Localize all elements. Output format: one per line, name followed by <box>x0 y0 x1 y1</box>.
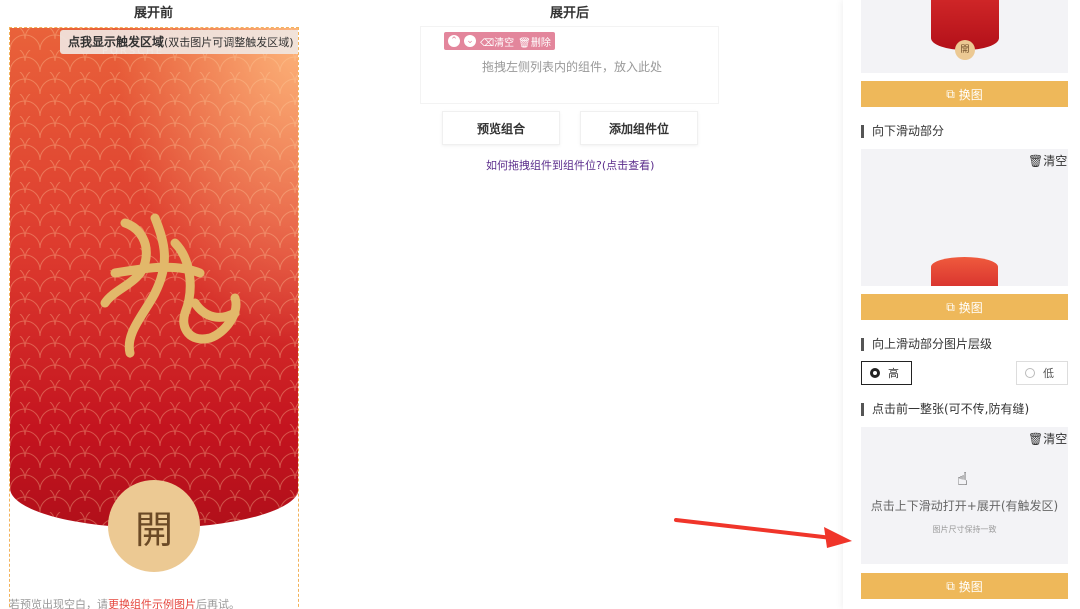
preview-before-canvas[interactable]: PORSCHE 開 点我显示触发区域(双击图片可调整触发区域) <box>9 27 299 609</box>
full-image-upload[interactable]: ☝ 点击上下滑动打开+展开(有触发区) 图片尺寸保持一致 <box>861 427 1068 564</box>
slide-up-layer-title: 向上滑动部分图片层级 <box>861 338 992 351</box>
drop-placeholder: 拖拽左侧列表内的组件，放入此处 <box>482 60 663 74</box>
hand-pointer-icon: ☝ <box>957 469 968 490</box>
delete-label: 删除 <box>530 37 551 49</box>
layer-high-radio[interactable]: 高 <box>861 361 912 385</box>
delete-button[interactable]: 🗑删除 <box>518 34 551 49</box>
trash-icon: 🗑 <box>1028 432 1044 446</box>
trigger-tip-note: (双击图片可调整触发区域) <box>164 36 294 49</box>
swap-label: 换图 <box>958 579 983 594</box>
layer-low-radio[interactable]: 低 <box>1016 361 1068 385</box>
trash-icon: 🗑 <box>1028 154 1044 168</box>
editor-page: 展开前 展开后 PORSCHE 開 点我显示触发区域(双击图片可调整触发区域) <box>0 0 1080 609</box>
clear-label: 清空 <box>1043 154 1068 168</box>
add-slot-button[interactable]: 添加组件位 <box>580 111 698 145</box>
swap-icon: ⧉ <box>946 299 955 314</box>
red-arrow-annotation <box>674 518 852 548</box>
swap-image-button-3[interactable]: ⧉ 换图 <box>861 573 1068 599</box>
show-trigger-area-tip[interactable]: 点我显示触发区域(双击图片可调整触发区域) <box>60 30 298 54</box>
radio-unselected-icon <box>1025 368 1035 378</box>
replace-image-link[interactable]: 更换组件示例图片 <box>108 598 196 609</box>
top-image-preview[interactable]: 開 <box>861 0 1068 73</box>
after-column-title: 展开后 <box>550 6 590 21</box>
full-image-clear-button[interactable]: 🗑清空 <box>1028 430 1067 447</box>
clear-button[interactable]: ⌫清空 <box>480 34 514 49</box>
swap-image-button-2[interactable]: ⧉ 换图 <box>861 294 1068 320</box>
hint-suffix: 后再试。 <box>196 598 240 609</box>
trigger-tip-bold: 点我显示触发区域 <box>68 35 165 49</box>
before-column-title: 展开前 <box>134 6 174 21</box>
move-down-icon[interactable]: ⌄ <box>464 35 476 47</box>
upload-sub-text: 图片尺寸保持一致 <box>932 525 997 534</box>
preview-combo-button[interactable]: 预览组合 <box>442 111 560 145</box>
slide-down-title: 向下滑动部分 <box>861 125 944 138</box>
red-envelope-image[interactable]: PORSCHE <box>10 28 298 528</box>
full-image-title: 点击前一整张(可不传,防有缝) <box>861 403 1029 416</box>
slide-down-clear-button[interactable]: 🗑清空 <box>1028 152 1067 169</box>
swap-icon: ⧉ <box>946 86 955 101</box>
open-char-thumbnail: 開 <box>955 40 975 60</box>
upload-main-text: 点击上下滑动打开+展开(有触发区) <box>870 499 1059 513</box>
move-up-icon[interactable]: ⌃ <box>448 35 460 47</box>
swap-label: 换图 <box>958 87 983 102</box>
drop-zone-toolbar: ⌃ ⌄ ⌫清空 🗑删除 <box>444 32 555 50</box>
clear-label: 清空 <box>1043 432 1068 446</box>
how-to-drag-link[interactable]: 如何拖拽组件到组件位?(点击查看) <box>486 157 654 173</box>
hint-prefix: 若预览出现空白，请 <box>9 598 108 609</box>
clear-label: 清空 <box>494 37 515 49</box>
radio-label: 低 <box>1043 367 1054 380</box>
slide-down-image[interactable] <box>861 149 1068 286</box>
envelope-bottom-thumbnail <box>931 257 998 286</box>
trash-icon: 🗑 <box>518 37 531 49</box>
radio-selected-icon <box>870 368 880 378</box>
radio-label: 高 <box>888 367 899 380</box>
dragon-calligraphy-icon <box>100 213 241 358</box>
open-button[interactable]: 開 <box>108 480 200 572</box>
swap-icon: ⧉ <box>946 578 955 593</box>
preview-hint: 若预览出现空白，请更换组件示例图片后再试。 <box>9 596 240 609</box>
eraser-icon: ⌫ <box>480 37 495 49</box>
swap-label: 换图 <box>958 300 983 315</box>
swap-image-button-1[interactable]: ⧉ 换图 <box>861 81 1068 107</box>
